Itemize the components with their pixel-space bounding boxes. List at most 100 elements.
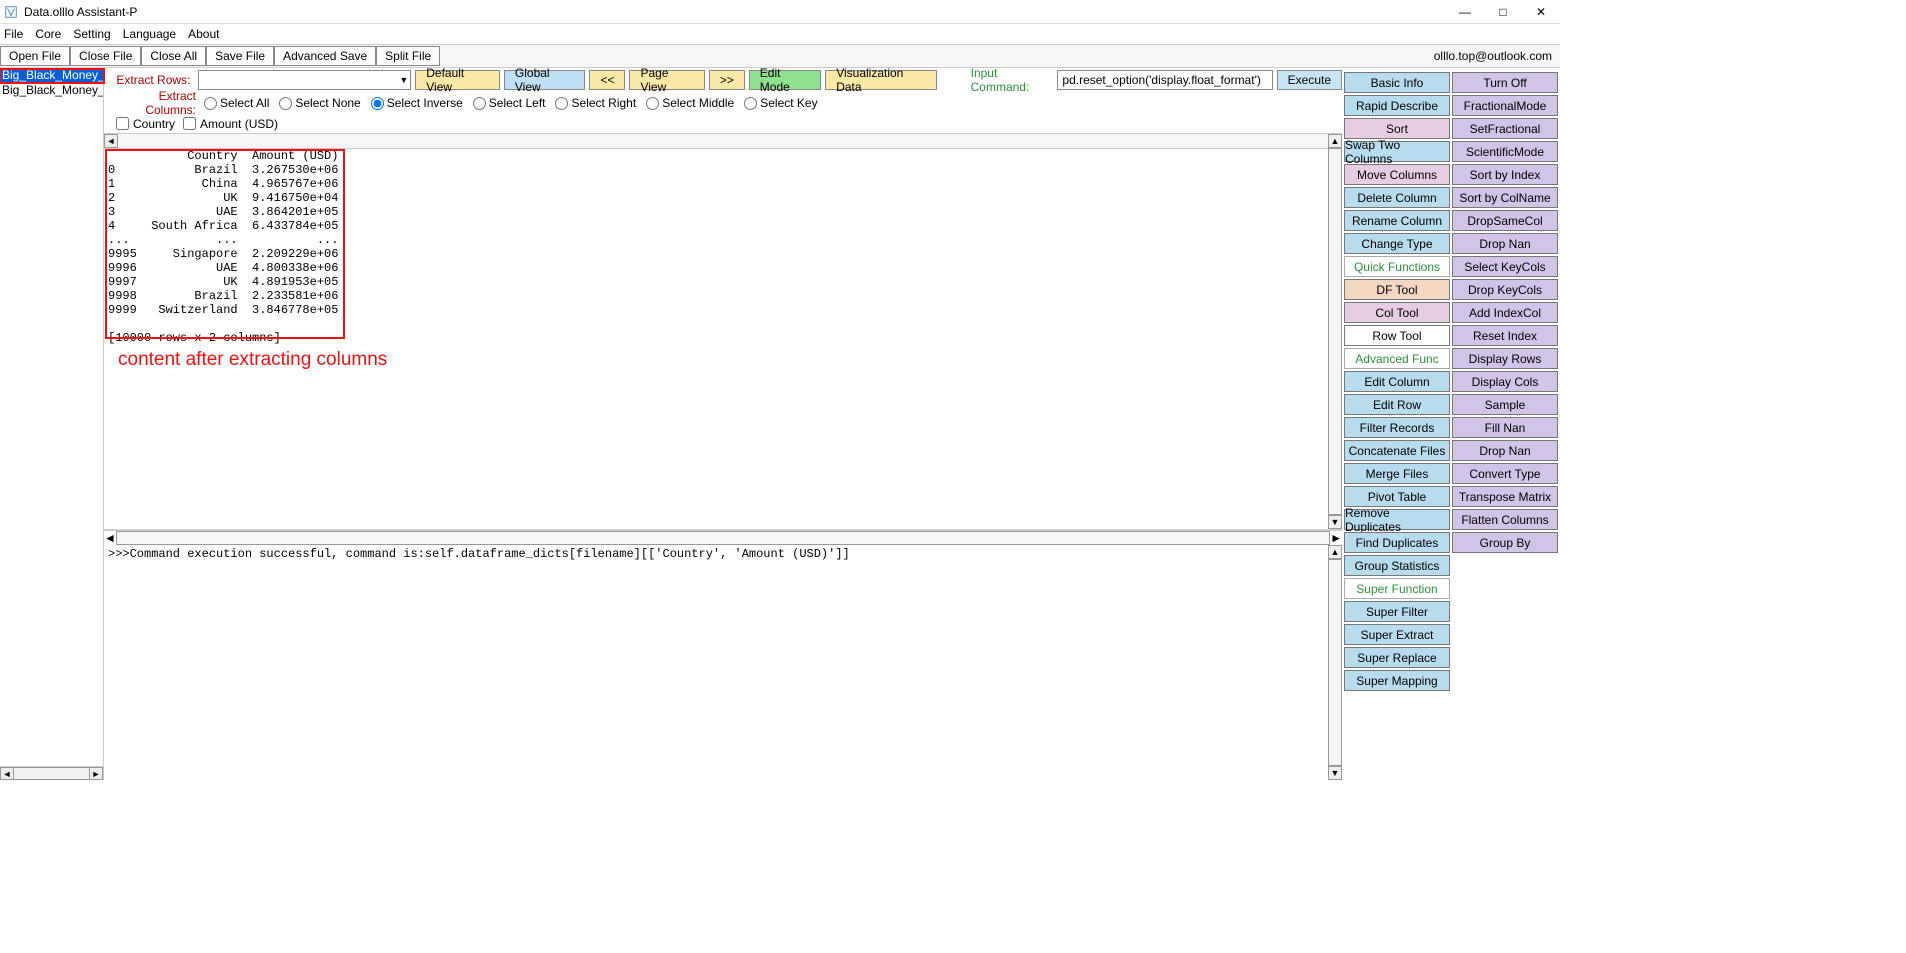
right-btn-fractionalmode[interactable]: FractionalMode (1452, 95, 1558, 116)
sidebar-hscroll[interactable]: ◄ ► (0, 766, 103, 780)
console-vscroll[interactable]: ▲ ▼ (1328, 545, 1342, 780)
right-btn-convert-type[interactable]: Convert Type (1452, 463, 1558, 484)
right-btn-rename-column[interactable]: Rename Column (1344, 210, 1450, 231)
console-hscroll[interactable]: ◄ ► (104, 531, 1342, 545)
right-btn-find-duplicates[interactable]: Find Duplicates (1344, 532, 1450, 553)
menu-core[interactable]: Core (35, 27, 61, 41)
right-btn-sort[interactable]: Sort (1344, 118, 1450, 139)
right-btn-change-type[interactable]: Change Type (1344, 233, 1450, 254)
right-btn-super-function: Super Function (1344, 578, 1450, 599)
right-btn-drop-nan[interactable]: Drop Nan (1452, 440, 1558, 461)
close-all-button[interactable]: Close All (141, 46, 206, 66)
right-btn-quick-functions: Quick Functions (1344, 256, 1450, 277)
execute-button[interactable]: Execute (1277, 70, 1342, 90)
right-btn-super-replace[interactable]: Super Replace (1344, 647, 1450, 668)
right-btn-scientificmode[interactable]: ScientificMode (1452, 141, 1558, 162)
extract-rows-combo[interactable]: ▼ (198, 70, 411, 90)
right-btn-edit-row[interactable]: Edit Row (1344, 394, 1450, 415)
radio-select-inverse[interactable]: Select Inverse (371, 96, 463, 110)
right-btn-basic-info[interactable]: Basic Info (1344, 72, 1450, 93)
visualization-button[interactable]: Visualization Data (825, 70, 936, 90)
advanced-save-button[interactable]: Advanced Save (274, 46, 376, 66)
scroll-down-icon[interactable]: ▼ (1328, 515, 1342, 529)
prev-page-button[interactable]: << (589, 70, 625, 90)
right-btn-super-filter[interactable]: Super Filter (1344, 601, 1450, 622)
column-checkboxes-row: Country Amount (USD) (104, 114, 1342, 134)
right-btn-row-tool[interactable]: Row Tool (1344, 325, 1450, 346)
right-btn-rapid-describe[interactable]: Rapid Describe (1344, 95, 1450, 116)
scroll-down-icon[interactable]: ▼ (1328, 766, 1342, 780)
right-btn-super-mapping[interactable]: Super Mapping (1344, 670, 1450, 691)
scroll-left-icon[interactable]: ◄ (104, 134, 118, 148)
right-btn-edit-column[interactable]: Edit Column (1344, 371, 1450, 392)
scroll-left-icon[interactable]: ◄ (104, 531, 116, 545)
right-btn-flatten-columns[interactable]: Flatten Columns (1452, 509, 1558, 530)
menu-setting[interactable]: Setting (73, 27, 110, 41)
split-file-button[interactable]: Split File (376, 46, 440, 66)
right-btn-drop-nan[interactable]: Drop Nan (1452, 233, 1558, 254)
right-btn-dropsamecol[interactable]: DropSameCol (1452, 210, 1558, 231)
scroll-up-icon[interactable]: ▲ (1328, 545, 1342, 559)
global-view-button[interactable]: Global View (504, 70, 586, 90)
right-btn-swap-two-columns[interactable]: Swap Two Columns (1344, 141, 1450, 162)
sidebar-item-1[interactable]: Big_Black_Money_Data (0, 83, 103, 98)
close-file-button[interactable]: Close File (70, 46, 141, 66)
data-vscroll[interactable]: ▲ ▼ (1328, 134, 1342, 529)
next-page-button[interactable]: >> (709, 70, 745, 90)
right-btn-sort-by-index[interactable]: Sort by Index (1452, 164, 1558, 185)
right-btn-select-keycols[interactable]: Select KeyCols (1452, 256, 1558, 277)
radio-select-left[interactable]: Select Left (473, 96, 546, 110)
close-button[interactable]: ✕ (1522, 0, 1560, 24)
right-btn-sort-by-colname[interactable]: Sort by ColName (1452, 187, 1558, 208)
menu-file[interactable]: File (4, 27, 23, 41)
radio-select-all[interactable]: Select All (204, 96, 269, 110)
data-hscroll-top[interactable]: ◄ ► (104, 134, 1342, 149)
menu-about[interactable]: About (188, 27, 219, 41)
right-btn-fill-nan[interactable]: Fill Nan (1452, 417, 1558, 438)
right-btn-group-by[interactable]: Group By (1452, 532, 1558, 553)
radio-select-key[interactable]: Select Key (744, 96, 817, 110)
scroll-right-icon[interactable]: ► (1330, 531, 1342, 545)
scroll-track[interactable] (14, 767, 89, 780)
radio-select-none[interactable]: Select None (279, 96, 360, 110)
open-file-button[interactable]: Open File (0, 46, 70, 66)
right-btn-df-tool[interactable]: DF Tool (1344, 279, 1450, 300)
radio-select-right[interactable]: Select Right (555, 96, 636, 110)
right-btn-display-cols[interactable]: Display Cols (1452, 371, 1558, 392)
right-btn-display-rows[interactable]: Display Rows (1452, 348, 1558, 369)
right-btn-merge-files[interactable]: Merge Files (1344, 463, 1450, 484)
scroll-up-icon[interactable]: ▲ (1328, 134, 1342, 148)
right-btn-move-columns[interactable]: Move Columns (1344, 164, 1450, 185)
maximize-button[interactable]: □ (1484, 0, 1522, 24)
right-btn-pivot-table[interactable]: Pivot Table (1344, 486, 1450, 507)
minimize-button[interactable]: — (1446, 0, 1484, 24)
right-btn-remove-duplicates[interactable]: Remove Duplicates (1344, 509, 1450, 530)
radio-select-middle[interactable]: Select Middle (646, 96, 734, 110)
menubar: File Core Setting Language About (0, 24, 1560, 44)
input-command-field[interactable] (1057, 70, 1272, 90)
right-btn-drop-keycols[interactable]: Drop KeyCols (1452, 279, 1558, 300)
menu-language[interactable]: Language (123, 27, 176, 41)
right-btn-turn-off[interactable]: Turn Off (1452, 72, 1558, 93)
right-btn-group-statistics[interactable]: Group Statistics (1344, 555, 1450, 576)
scroll-left-icon[interactable]: ◄ (0, 767, 14, 780)
right-btn-col-tool[interactable]: Col Tool (1344, 302, 1450, 323)
check-country[interactable]: Country (116, 117, 175, 131)
right-btn-super-extract[interactable]: Super Extract (1344, 624, 1450, 645)
edit-mode-button[interactable]: Edit Mode (749, 70, 821, 90)
extract-columns-label: Extract Columns: (112, 89, 200, 117)
scroll-right-icon[interactable]: ► (89, 767, 103, 780)
check-amount[interactable]: Amount (USD) (183, 117, 278, 131)
save-file-button[interactable]: Save File (206, 46, 274, 66)
right-btn-filter-records[interactable]: Filter Records (1344, 417, 1450, 438)
right-btn-concatenate-files[interactable]: Concatenate Files (1344, 440, 1450, 461)
right-btn-sample[interactable]: Sample (1452, 394, 1558, 415)
default-view-button[interactable]: Default View (415, 70, 500, 90)
right-btn-delete-column[interactable]: Delete Column (1344, 187, 1450, 208)
annotation-box-sidebar (0, 68, 105, 84)
right-btn-setfractional[interactable]: SetFractional (1452, 118, 1558, 139)
page-view-button[interactable]: Page View (629, 70, 704, 90)
right-btn-reset-index[interactable]: Reset Index (1452, 325, 1558, 346)
right-btn-transpose-matrix[interactable]: Transpose Matrix (1452, 486, 1558, 507)
right-btn-add-indexcol[interactable]: Add IndexCol (1452, 302, 1558, 323)
